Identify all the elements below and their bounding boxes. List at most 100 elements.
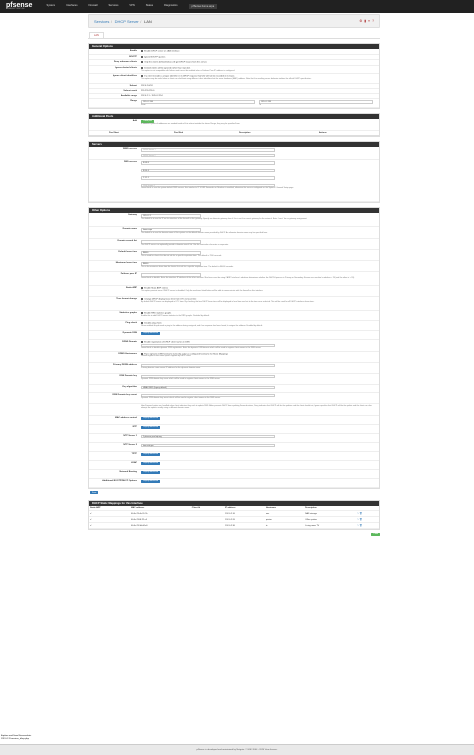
pools-table-header: Pool Start Pool End Description Actions [89, 131, 379, 136]
stats-help: Enable this to add DHCP leases statistic… [141, 314, 210, 317]
add-mapping-button[interactable]: + Add [371, 532, 380, 536]
menu-system[interactable]: System [46, 4, 55, 9]
ddns-advanced-button[interactable]: Display Advanced [141, 331, 161, 335]
ping-checkbox[interactable] [141, 321, 144, 325]
ignore-denied-help: This option is not compatible with failo… [141, 69, 235, 72]
ldap-label: LDAP [131, 461, 137, 464]
servers-panel: Servers WINS servers WINS Server 1 WINS Se… [88, 140, 380, 203]
menu-diagnostics[interactable]: Diagnostics [164, 4, 177, 9]
breadcrumb-dhcp[interactable]: DHCP Server [115, 19, 139, 24]
row-hostname: tv [264, 522, 305, 530]
menu-firewall[interactable]: Firewall [89, 4, 98, 9]
menu-host[interactable]: pfSense.home.arpa [188, 4, 218, 9]
deflease-help: This is used for clients that do not ask… [141, 254, 222, 257]
row-ip: 192.0.2.30 [224, 522, 265, 530]
ddns-checkbox[interactable] [141, 340, 144, 344]
row-client-id [190, 522, 225, 530]
search-help: The DHCP server can optionally provide a… [141, 243, 229, 246]
tab-bar: LAN [88, 31, 380, 39]
keyname-label: DNS Domain key [119, 374, 137, 377]
pools-col-desc: Description [239, 131, 251, 134]
ignore-denied-checkbox[interactable] [141, 66, 144, 70]
menu-interfaces[interactable]: Interfaces [66, 4, 77, 9]
dns1-input[interactable]: 8.8.8.8 [141, 160, 275, 165]
main-content: Services / DHCP Server / LAN ⚙ ▮ ≡ ? LAN G… [88, 14, 380, 744]
ignore-ids-checkbox[interactable] [141, 74, 144, 78]
menu-status[interactable]: Status [146, 4, 153, 9]
wins1-input[interactable]: WINS Server 1 [141, 147, 275, 152]
save-button[interactable]: Save [90, 491, 99, 495]
delete-icon[interactable]: 🗑 [360, 519, 363, 521]
tftp-advanced-button[interactable]: Display Advanced [141, 452, 161, 456]
deny-checkbox[interactable] [141, 61, 144, 64]
check-icon: ✔ [89, 522, 130, 530]
breadcrumb: Services / DHCP Server / LAN ⚙ ▮ ≡ ? [88, 14, 380, 28]
ldap-advanced-button[interactable]: Display Advanced [141, 461, 161, 465]
arp-checkbox[interactable] [141, 286, 144, 290]
gateway-label: Gateway [128, 213, 137, 216]
ping-label: Ping check [125, 321, 137, 324]
time-help: By default DHCP leases are displayed in … [141, 300, 315, 303]
dns2-input[interactable]: 8.8.4.4 [141, 168, 275, 173]
search-label: Domain search list [117, 239, 137, 242]
footer-text: pfSense is developed and maintained by N… [196, 749, 278, 751]
sliders-icon[interactable]: ⚙ [359, 19, 362, 23]
download-caption: Explore and Send Screenshots 192.0.2.1/s… [1, 735, 31, 740]
ntp1-input[interactable]: 2.pfsense.pool.ntp.org [141, 434, 275, 439]
menu-vpn[interactable]: VPN [129, 4, 134, 9]
mac-advanced-button[interactable]: Display Advanced [141, 416, 161, 420]
list-icon[interactable]: ≡ [368, 19, 370, 23]
additional-pools-panel: Additional Pools Add + Add pool If additio… [88, 112, 380, 137]
gateway-help: The default is to use the IP on this int… [141, 217, 308, 220]
failover-label: Failover peer IP [120, 272, 137, 275]
enable-checkbox[interactable] [141, 50, 144, 53]
general-options-panel: General Options Enable Enable DHCP server… [88, 43, 380, 109]
deflease-label: Default lease time [118, 250, 137, 253]
menu-services[interactable]: Services [108, 4, 118, 9]
time-checkbox[interactable] [141, 297, 144, 301]
delete-icon[interactable]: 🗑 [360, 513, 363, 515]
secret-help: Dynamic DNS domain key secret which will… [141, 397, 221, 400]
ddnsdomain-text: Enable registration of DHCP client names… [144, 341, 190, 344]
ignore-denied-label: Ignore denied clients [115, 66, 137, 69]
pools-col-start: Pool Start [109, 131, 119, 134]
keyalg-select[interactable]: HMAC-MD5 (legacy default) [141, 385, 275, 390]
chart-icon[interactable]: ▮ [364, 19, 366, 23]
domain-label: Domain name [122, 227, 137, 230]
row-mac: 00:0c:29:3d:44:e9 [129, 522, 191, 530]
breadcrumb-lan: LAN [144, 18, 152, 24]
stats-checkbox[interactable] [141, 311, 144, 315]
delete-icon[interactable]: 🗑 [360, 525, 363, 527]
ntp2-input[interactable]: time.nist.gov [141, 443, 275, 448]
ntp-label: NTP [132, 425, 137, 428]
pfsense-logo[interactable]: pfsense COMMUNITY EDITION [6, 2, 32, 11]
subnet-value: 192.0.2.0/24 [141, 84, 153, 87]
avail-label: Available range [120, 94, 137, 97]
dns3-input[interactable]: 1.1.1.1 [141, 176, 275, 180]
additional-advanced-button[interactable]: Display Advanced [141, 479, 161, 483]
netboot-label: Network Booting [119, 470, 138, 473]
bootp-text: Ignore BOOTP queries [144, 56, 166, 59]
help-icon[interactable]: ? [372, 19, 374, 23]
breadcrumb-services[interactable]: Services [94, 19, 109, 24]
maxlease-help: This is the maximum lease time for clien… [141, 265, 234, 268]
avail-value: 192.0.2.1 - 192.0.2.254 [141, 94, 163, 97]
bootp-checkbox[interactable] [141, 55, 144, 58]
netboot-advanced-button[interactable]: Display Advanced [141, 470, 161, 474]
table-row[interactable]: ✔ 00:0c:29:3d:44:e9 192.0.2.30 tv Living… [89, 522, 379, 530]
primary-label: Primary DDNS address [113, 363, 137, 366]
row-description: Living room TV [304, 522, 357, 530]
top-navbar: pfsense COMMUNITY EDITION System Interfa… [0, 0, 474, 13]
add-pool-label: Add [132, 119, 137, 122]
ntp1-label: NTP Server 1 [123, 434, 137, 437]
static-mappings-panel: DHCP Static Mappings for this Interface … [88, 500, 380, 531]
tftp-label: TFTP [131, 452, 137, 455]
arp-help: This option persists even if DHCP server… [141, 289, 264, 292]
ntp-advanced-button[interactable]: Display Advanced [141, 425, 161, 429]
deny-text: Only the clients defined below will get … [144, 61, 208, 64]
wins2-input[interactable]: WINS Server 2 [141, 153, 275, 158]
additional-options-label: Additional BOOTP/DHCP Options [102, 479, 137, 482]
mask-label: Subnet mask [123, 89, 137, 92]
failover-help: Leave blank to disable. Enter the interf… [141, 276, 355, 279]
tab-lan[interactable]: LAN [89, 32, 104, 38]
